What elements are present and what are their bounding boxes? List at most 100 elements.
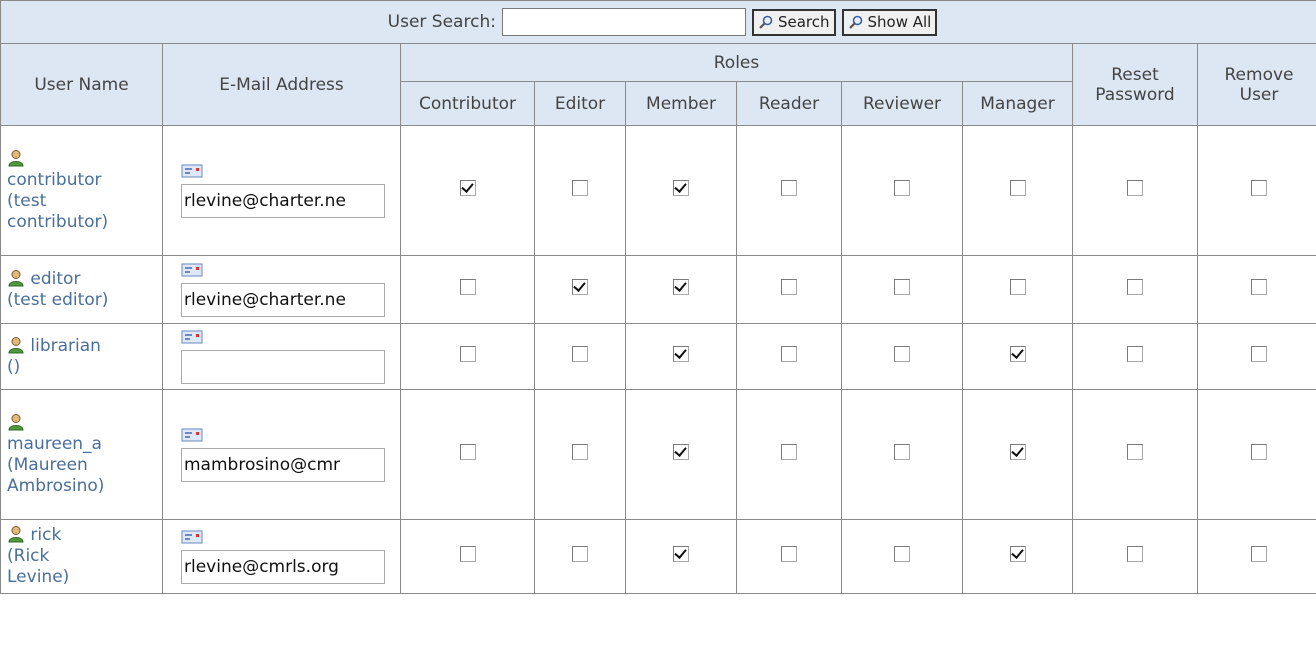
user-name-cell: contributor (test contributor): [0, 125, 163, 256]
user-fullname-line[interactable]: (Maureen: [7, 455, 156, 476]
reset-password-checkbox[interactable]: [1127, 346, 1143, 362]
role-cell-reviewer: [841, 389, 963, 520]
magnifier-icon: [759, 15, 773, 29]
role-checkbox-manager[interactable]: [1009, 444, 1026, 460]
reset-password-checkbox[interactable]: [1127, 180, 1143, 196]
user-name-cell: librarian(): [0, 323, 163, 390]
col-header-role-contributor: Contributor: [400, 81, 535, 126]
remove-user-checkbox[interactable]: [1251, 346, 1267, 362]
role-checkbox-contributor[interactable]: [459, 279, 476, 295]
user-fullname-line[interactable]: Ambrosino): [7, 476, 156, 497]
role-cell-contributor: [400, 125, 535, 256]
role-cell-reviewer: [841, 255, 963, 324]
show-all-button-label: Show All: [867, 13, 932, 31]
user-link[interactable]: librarian: [30, 336, 101, 356]
header-row-top: User Name E-Mail Address Roles Reset Pas…: [0, 43, 1316, 126]
role-checkbox-manager[interactable]: [1009, 546, 1026, 562]
search-bar: User Search: Search Show All: [1, 8, 1316, 36]
email-field[interactable]: [181, 183, 385, 218]
role-checkbox-reader[interactable]: [781, 444, 797, 460]
role-checkbox-contributor[interactable]: [459, 546, 476, 562]
role-checkbox-editor[interactable]: [572, 279, 588, 295]
role-cell-manager: [962, 519, 1073, 594]
users-table: User Search: Search Show All User Name E…: [0, 0, 1316, 594]
user-name-cell: maureen_a (Maureen Ambrosino): [0, 389, 163, 520]
email-field[interactable]: [181, 349, 385, 384]
email-card-icon: [181, 530, 203, 543]
role-checkbox-reader[interactable]: [781, 279, 797, 295]
role-checkbox-manager[interactable]: [1009, 279, 1026, 295]
role-checkbox-contributor[interactable]: [459, 444, 476, 460]
role-checkbox-member[interactable]: [673, 180, 689, 196]
user-name-cell: rick (Rick Levine): [0, 519, 163, 594]
email-card-icon: [181, 428, 203, 441]
user-link[interactable]: editor: [30, 269, 80, 289]
reset-password-checkbox[interactable]: [1127, 444, 1143, 460]
col-header-role-member: Member: [625, 81, 737, 126]
remove-user-checkbox[interactable]: [1251, 444, 1267, 460]
search-input[interactable]: [501, 8, 746, 36]
role-checkbox-editor[interactable]: [572, 346, 588, 362]
remove-user-checkbox[interactable]: [1251, 546, 1267, 562]
role-cell-reader: [736, 519, 842, 594]
search-button[interactable]: Search: [751, 8, 836, 36]
user-row-contributor: contributor (test contributor): [0, 125, 1316, 256]
role-checkbox-contributor[interactable]: [459, 180, 476, 196]
user-name-cell: editor (test editor): [0, 255, 163, 324]
role-checkbox-reviewer[interactable]: [894, 546, 910, 562]
remove-user-checkbox[interactable]: [1251, 279, 1267, 295]
user-link[interactable]: maureen_a: [7, 434, 102, 454]
email-field[interactable]: [181, 549, 385, 584]
search-bar-cell: User Search: Search Show All: [0, 0, 1316, 44]
user-row-rick: rick (Rick Levine): [0, 519, 1316, 594]
role-cell-manager: [962, 125, 1073, 256]
role-checkbox-member[interactable]: [673, 546, 689, 562]
email-cell: [162, 519, 401, 594]
role-checkbox-reviewer[interactable]: [894, 180, 910, 196]
role-checkbox-member[interactable]: [673, 444, 689, 460]
reset-password-checkbox[interactable]: [1127, 546, 1143, 562]
user-icon: [8, 336, 24, 353]
email-field[interactable]: [181, 282, 385, 317]
role-checkbox-reader[interactable]: [781, 180, 797, 196]
user-link[interactable]: contributor: [7, 170, 102, 190]
user-link[interactable]: rick: [30, 525, 61, 545]
role-checkbox-editor[interactable]: [572, 546, 588, 562]
col-header-role-reader: Reader: [736, 81, 842, 126]
user-icon: [8, 149, 24, 166]
show-all-button[interactable]: Show All: [841, 8, 938, 36]
role-cell-reader: [736, 255, 842, 324]
role-checkbox-contributor[interactable]: [459, 346, 476, 362]
role-checkbox-editor[interactable]: [572, 180, 588, 196]
role-cell-reader: [736, 125, 842, 256]
role-checkbox-manager[interactable]: [1009, 346, 1026, 362]
user-fullname-line[interactable]: Levine): [7, 567, 156, 588]
role-cell-reader: [736, 389, 842, 520]
role-checkbox-reviewer[interactable]: [894, 279, 910, 295]
remove-user-cell: [1197, 125, 1316, 256]
role-checkbox-editor[interactable]: [572, 444, 588, 460]
email-field[interactable]: [181, 447, 385, 482]
reset-header-line2: Password: [1095, 84, 1175, 105]
role-cell-contributor: [400, 255, 535, 324]
role-checkbox-member[interactable]: [673, 279, 689, 295]
user-fullname-line[interactable]: (): [7, 357, 156, 378]
search-row: User Search: Search Show All: [0, 0, 1316, 44]
user-fullname-line[interactable]: (test editor): [7, 290, 156, 311]
user-fullname-line[interactable]: (Rick: [7, 546, 156, 567]
email-card-icon: [181, 164, 203, 177]
role-checkbox-manager[interactable]: [1009, 180, 1026, 196]
role-cell-manager: [962, 323, 1073, 390]
role-checkbox-reviewer[interactable]: [894, 346, 910, 362]
role-checkbox-member[interactable]: [673, 346, 689, 362]
remove-user-checkbox[interactable]: [1251, 180, 1267, 196]
reset-password-checkbox[interactable]: [1127, 279, 1143, 295]
role-checkbox-reader[interactable]: [781, 346, 797, 362]
role-checkbox-reader[interactable]: [781, 546, 797, 562]
role-checkbox-reviewer[interactable]: [894, 444, 910, 460]
role-cell-editor: [534, 125, 626, 256]
role-cell-reviewer: [841, 519, 963, 594]
user-fullname-line[interactable]: contributor): [7, 212, 156, 233]
user-fullname-line[interactable]: (test: [7, 191, 156, 212]
email-card-icon: [181, 330, 203, 343]
